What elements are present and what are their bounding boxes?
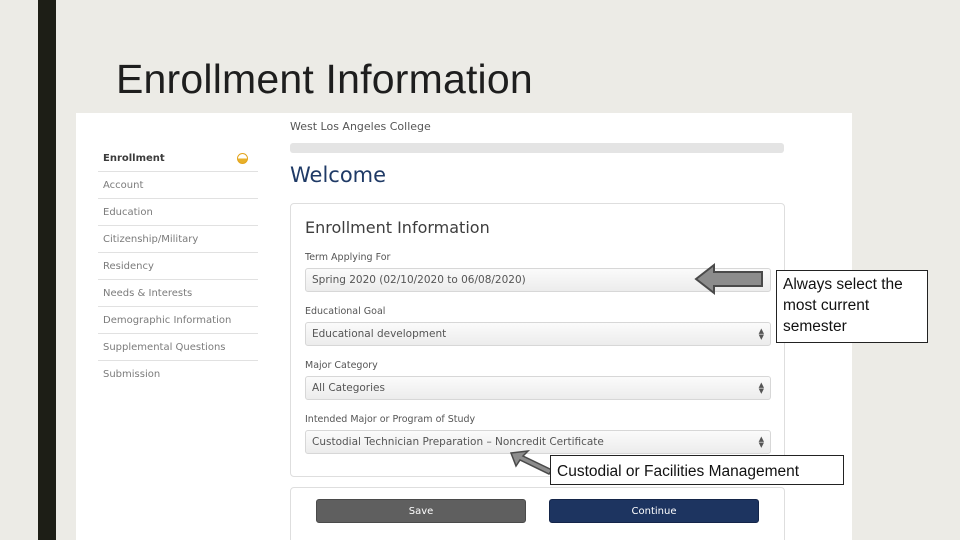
- arrow-left-icon: [694, 262, 763, 296]
- sidebar-item-account[interactable]: Account: [98, 172, 258, 199]
- college-name: West Los Angeles College: [290, 120, 431, 133]
- custodial-callout: Custodial or Facilities Management: [550, 455, 844, 485]
- sidebar-item-label: Needs & Interests: [103, 287, 193, 299]
- sidebar-item-education[interactable]: Education: [98, 199, 258, 226]
- sidebar-nav: Enrollment Account Education Citizenship…: [98, 145, 258, 388]
- sidebar-item-needs-interests[interactable]: Needs & Interests: [98, 280, 258, 307]
- major-category-label: Major Category: [305, 360, 378, 371]
- select-arrows-icon: ▲ ▼: [758, 327, 764, 341]
- goal-label: Educational Goal: [305, 306, 386, 317]
- major-category-select[interactable]: All Categories ▲ ▼: [305, 376, 771, 400]
- sidebar-item-label: Supplemental Questions: [103, 341, 226, 353]
- sidebar-item-label: Demographic Information: [103, 314, 232, 326]
- sidebar-item-submission[interactable]: Submission: [98, 361, 258, 388]
- form-title: Enrollment Information: [305, 218, 490, 237]
- slide-accent-bar: [38, 0, 56, 540]
- save-button[interactable]: Save: [316, 499, 526, 523]
- sidebar-item-supplemental-questions[interactable]: Supplemental Questions: [98, 334, 258, 361]
- sidebar-item-label: Residency: [103, 260, 154, 272]
- term-label: Term Applying For: [305, 252, 391, 263]
- major-label: Intended Major or Program of Study: [305, 414, 476, 425]
- select-arrows-icon: ▲ ▼: [758, 435, 764, 449]
- in-progress-icon: [237, 153, 248, 164]
- term-select-value: Spring 2020 (02/10/2020 to 06/08/2020): [312, 274, 526, 286]
- button-panel: Save Continue: [290, 487, 785, 540]
- sidebar-item-residency[interactable]: Residency: [98, 253, 258, 280]
- sidebar-item-label: Submission: [103, 369, 161, 380]
- slide-title: Enrollment Information: [116, 56, 533, 102]
- continue-button[interactable]: Continue: [549, 499, 759, 523]
- page-title: Welcome: [290, 163, 387, 187]
- enrollment-form-panel: Enrollment Information Term Applying For…: [290, 203, 785, 477]
- select-arrows-icon: ▲ ▼: [758, 381, 764, 395]
- semester-callout: Always select the most current semester: [776, 270, 928, 343]
- sidebar-item-enrollment[interactable]: Enrollment: [98, 145, 258, 172]
- sidebar-item-label: Enrollment: [103, 152, 165, 164]
- sidebar-item-label: Citizenship/Military: [103, 233, 199, 245]
- sidebar-item-demographic-information[interactable]: Demographic Information: [98, 307, 258, 334]
- goal-select[interactable]: Educational development ▲ ▼: [305, 322, 771, 346]
- sidebar-item-label: Account: [103, 179, 144, 191]
- progress-bar: [290, 143, 784, 153]
- major-category-select-value: All Categories: [312, 382, 385, 394]
- sidebar-item-citizenship-military[interactable]: Citizenship/Military: [98, 226, 258, 253]
- sidebar-item-label: Education: [103, 206, 153, 218]
- goal-select-value: Educational development: [312, 328, 447, 340]
- major-select-value: Custodial Technician Preparation – Noncr…: [312, 436, 604, 448]
- arrow-up-left-icon: [509, 450, 554, 475]
